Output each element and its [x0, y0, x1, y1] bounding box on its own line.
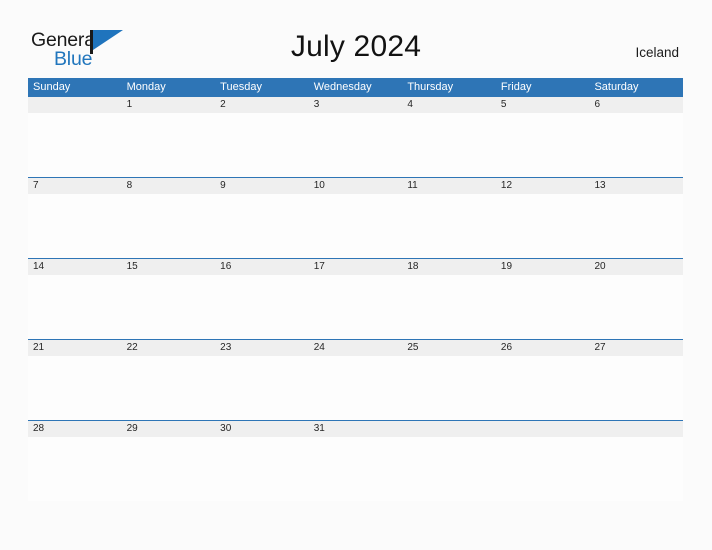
- week-date-band: 21 22 23 24 25 26 27: [28, 339, 683, 356]
- day-cell[interactable]: [122, 356, 216, 420]
- day-number[interactable]: 18: [402, 259, 496, 275]
- calendar-week-row: 21 22 23 24 25 26 27: [28, 339, 683, 420]
- weekday-header-sunday: Sunday: [33, 81, 71, 93]
- day-cell[interactable]: [309, 437, 403, 501]
- day-number[interactable]: 11: [402, 178, 496, 194]
- week-body-band: [28, 194, 683, 258]
- weekday-header-row: Sunday Monday Tuesday Wednesday Thursday…: [28, 78, 683, 96]
- day-number[interactable]: 14: [28, 259, 122, 275]
- calendar-week-row: 7 8 9 10 11 12 13: [28, 177, 683, 258]
- day-number[interactable]: 15: [122, 259, 216, 275]
- day-cell[interactable]: [215, 194, 309, 258]
- day-number[interactable]: 22: [122, 340, 216, 356]
- weekday-header-tuesday: Tuesday: [220, 81, 262, 93]
- week-body-band: [28, 275, 683, 339]
- day-number[interactable]: 23: [215, 340, 309, 356]
- day-cell[interactable]: [496, 437, 590, 501]
- week-date-band: 1 2 3 4 5 6: [28, 96, 683, 113]
- day-number[interactable]: 20: [589, 259, 683, 275]
- day-cell[interactable]: [402, 275, 496, 339]
- day-cell[interactable]: [122, 437, 216, 501]
- day-cell[interactable]: [122, 113, 216, 177]
- day-cell[interactable]: [309, 194, 403, 258]
- day-cell[interactable]: [589, 113, 683, 177]
- day-number[interactable]: 12: [496, 178, 590, 194]
- day-cell[interactable]: [402, 356, 496, 420]
- day-number[interactable]: 10: [309, 178, 403, 194]
- day-number[interactable]: [589, 421, 683, 437]
- day-number[interactable]: 8: [122, 178, 216, 194]
- day-cell[interactable]: [215, 437, 309, 501]
- weekday-header-saturday: Saturday: [594, 81, 639, 93]
- day-number[interactable]: 28: [28, 421, 122, 437]
- day-cell[interactable]: [122, 275, 216, 339]
- week-body-band: [28, 437, 683, 501]
- page-title: July 2024: [290, 30, 422, 63]
- day-cell[interactable]: [28, 356, 122, 420]
- day-number[interactable]: 16: [215, 259, 309, 275]
- day-cell[interactable]: [496, 194, 590, 258]
- day-number[interactable]: 27: [589, 340, 683, 356]
- day-number[interactable]: 13: [589, 178, 683, 194]
- day-cell[interactable]: [28, 113, 122, 177]
- page-header: General Blue July 2024 Iceland: [0, 0, 712, 76]
- day-number[interactable]: [28, 97, 122, 113]
- day-cell[interactable]: [122, 194, 216, 258]
- day-cell[interactable]: [402, 194, 496, 258]
- day-number[interactable]: 4: [402, 97, 496, 113]
- calendar-week-row: 1 2 3 4 5 6: [28, 96, 683, 177]
- day-cell[interactable]: [28, 194, 122, 258]
- day-number[interactable]: 24: [309, 340, 403, 356]
- day-number[interactable]: 25: [402, 340, 496, 356]
- day-cell[interactable]: [402, 113, 496, 177]
- day-cell[interactable]: [589, 194, 683, 258]
- weekday-header-friday: Friday: [500, 81, 532, 93]
- week-date-band: 7 8 9 10 11 12 13: [28, 177, 683, 194]
- day-cell[interactable]: [215, 275, 309, 339]
- country-label: Iceland: [635, 45, 679, 60]
- week-body-band: [28, 356, 683, 420]
- day-cell[interactable]: [496, 113, 590, 177]
- calendar-week-row: 28 29 30 31: [28, 420, 683, 501]
- day-cell[interactable]: [28, 437, 122, 501]
- day-cell[interactable]: [28, 275, 122, 339]
- week-body-band: [28, 113, 683, 177]
- weekday-header-monday: Monday: [126, 81, 166, 93]
- day-number[interactable]: 6: [589, 97, 683, 113]
- day-number[interactable]: 26: [496, 340, 590, 356]
- day-number[interactable]: 2: [215, 97, 309, 113]
- day-number[interactable]: 3: [309, 97, 403, 113]
- day-number[interactable]: 31: [309, 421, 403, 437]
- calendar-grid: Sunday Monday Tuesday Wednesday Thursday…: [28, 78, 683, 501]
- day-cell[interactable]: [309, 275, 403, 339]
- day-cell[interactable]: [309, 113, 403, 177]
- day-number[interactable]: 19: [496, 259, 590, 275]
- day-cell[interactable]: [215, 113, 309, 177]
- day-number[interactable]: 21: [28, 340, 122, 356]
- day-number[interactable]: 17: [309, 259, 403, 275]
- week-date-band: 28 29 30 31: [28, 420, 683, 437]
- weekday-header-wednesday: Wednesday: [313, 81, 372, 93]
- day-cell[interactable]: [589, 356, 683, 420]
- day-number[interactable]: 7: [28, 178, 122, 194]
- week-date-band: 14 15 16 17 18 19 20: [28, 258, 683, 275]
- weekday-header-thursday: Thursday: [407, 81, 454, 93]
- day-cell[interactable]: [402, 437, 496, 501]
- day-number[interactable]: 1: [122, 97, 216, 113]
- day-number[interactable]: 29: [122, 421, 216, 437]
- day-number[interactable]: [496, 421, 590, 437]
- day-cell[interactable]: [309, 356, 403, 420]
- day-cell[interactable]: [215, 356, 309, 420]
- day-cell[interactable]: [496, 275, 590, 339]
- day-cell[interactable]: [496, 356, 590, 420]
- day-number[interactable]: [402, 421, 496, 437]
- day-number[interactable]: 9: [215, 178, 309, 194]
- day-cell[interactable]: [589, 437, 683, 501]
- calendar-week-row: 14 15 16 17 18 19 20: [28, 258, 683, 339]
- calendar-page: General Blue July 2024 Iceland Sunday Mo…: [0, 0, 712, 550]
- day-number[interactable]: 30: [215, 421, 309, 437]
- day-number[interactable]: 5: [496, 97, 590, 113]
- day-cell[interactable]: [589, 275, 683, 339]
